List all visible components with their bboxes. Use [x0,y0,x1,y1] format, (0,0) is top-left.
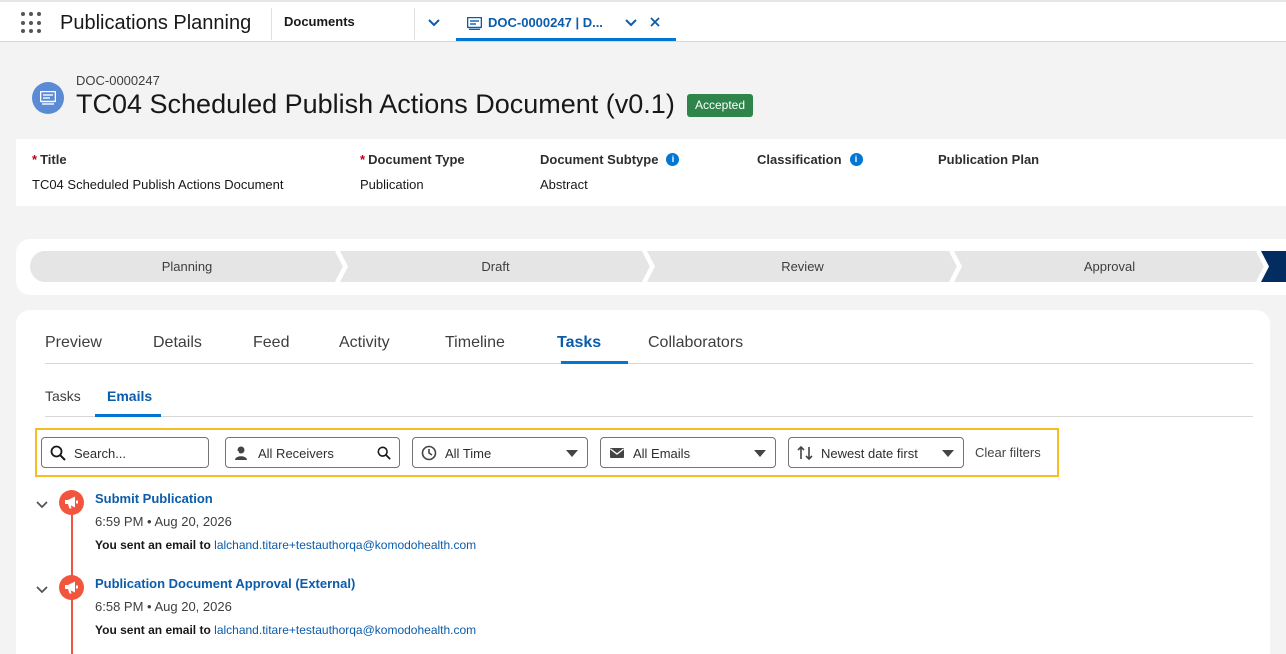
path-step-review[interactable]: Review [647,251,958,282]
email-type-filter-select[interactable]: All Emails [600,437,776,468]
search-icon [377,446,391,460]
chevron-down-icon[interactable] [35,498,49,512]
tab-activity[interactable]: Activity [339,334,390,352]
email-desc-prefix: You sent an email to [95,623,211,637]
email-timestamp: 6:58 PM • Aug 20, 2026 [95,599,232,614]
email-type-value: All Emails [633,446,691,461]
search-placeholder: Search... [74,446,127,461]
field-label: Document Type [368,152,465,167]
active-tab-indicator [561,361,628,364]
highlights-panel: * Title TC04 Scheduled Publish Actions Do… [16,139,1286,206]
tab-collaborators[interactable]: Collaborators [648,334,743,352]
status-badge: Accepted [687,94,754,117]
path-step-draft[interactable]: Draft [340,251,651,282]
document-icon [40,91,56,105]
caret-down-icon [566,450,578,457]
required-asterisk: * [32,152,38,167]
field-document-type: * Document Type Publication [360,152,465,192]
nav-divider [414,8,415,40]
email-description: You sent an email to lalchand.titare+tes… [95,623,476,637]
user-add-icon [235,446,247,460]
clear-filters-button[interactable]: Clear filters [975,445,1041,460]
active-tab-label: DOC-0000247 | D... [488,15,603,30]
email-recipient-link[interactable]: lalchand.titare+testauthorqa@komodohealt… [214,623,476,637]
subtab-tasks[interactable]: Tasks [45,388,81,404]
subtab-emails[interactable]: Emails [107,388,152,404]
info-icon[interactable]: i [849,153,863,166]
active-subtab-indicator [95,414,161,417]
email-description: You sent an email to lalchand.titare+tes… [95,538,476,552]
chevron-down-icon[interactable] [624,16,638,30]
search-input[interactable]: Search... [41,437,209,468]
field-value: Publication [360,177,424,192]
caret-down-icon [942,450,954,457]
field-publication-plan: Publication Plan [938,152,1039,177]
document-icon [467,17,482,30]
path-step-planning[interactable]: Planning [30,251,344,282]
field-document-subtype: Document Subtype i Abstract [540,152,680,192]
page-title: TC04 Scheduled Publish Actions Document … [76,89,675,119]
field-label: Title [40,152,67,167]
required-asterisk: * [360,152,366,167]
field-title: * Title TC04 Scheduled Publish Actions Do… [32,152,283,192]
chevron-down-icon[interactable] [426,15,442,31]
megaphone-icon [65,496,78,509]
email-event-icon [59,575,84,600]
field-classification: Classification i [757,152,863,177]
email-subject-link[interactable]: Publication Document Approval (External) [95,576,355,591]
nav-divider [271,8,272,40]
tab-feed[interactable]: Feed [253,334,289,352]
caret-down-icon [754,450,766,457]
email-event-icon [59,490,84,515]
global-nav-bar: Publications Planning Documents DOC-0000… [0,0,1286,42]
tab-bar: Preview Details Feed Activity Timeline T… [45,330,1253,364]
tab-details[interactable]: Details [153,334,202,352]
chevron-down-icon[interactable] [35,583,49,597]
field-label: Classification [757,152,842,167]
search-icon [50,445,66,461]
email-recipient-link[interactable]: lalchand.titare+testauthorqa@komodohealt… [214,538,476,552]
info-icon[interactable]: i [666,153,680,166]
field-label: Document Subtype [540,152,659,167]
email-subject-link[interactable]: Submit Publication [95,491,213,506]
field-value: TC04 Scheduled Publish Actions Document [32,177,284,192]
sort-order-value: Newest date first [821,446,918,461]
field-label: Publication Plan [938,152,1040,167]
subtab-bar: Tasks Emails [45,380,1253,417]
receivers-value: All Receivers [258,446,334,461]
field-value: Abstract [540,177,588,192]
record-type-icon [32,82,64,114]
sort-order-select[interactable]: Newest date first [788,437,964,468]
email-timestamp: 6:59 PM • Aug 20, 2026 [95,514,232,529]
time-filter-select[interactable]: All Time [412,437,588,468]
tab-tasks[interactable]: Tasks [557,334,601,352]
megaphone-icon [65,581,78,594]
tab-timeline[interactable]: Timeline [445,334,505,352]
tab-preview[interactable]: Preview [45,334,102,352]
clock-icon [421,445,437,461]
sort-icon [797,445,813,461]
email-desc-prefix: You sent an email to [95,538,211,552]
path-track: Planning Draft Review Approval [30,251,1286,282]
path-step-approval[interactable]: Approval [954,251,1265,282]
record-id: DOC-0000247 [76,73,160,88]
app-launcher-icon[interactable] [21,12,43,34]
email-filter-bar: Search... All Receivers All Time All Ema… [35,428,1059,477]
time-filter-value: All Time [445,446,492,461]
receivers-filter[interactable]: All Receivers [225,437,400,468]
tab-active-document[interactable]: DOC-0000247 | D... [456,6,676,41]
app-name: Publications Planning [60,12,252,34]
close-icon[interactable] [648,15,662,29]
nav-item-documents[interactable]: Documents [284,14,355,29]
email-icon [610,448,624,458]
